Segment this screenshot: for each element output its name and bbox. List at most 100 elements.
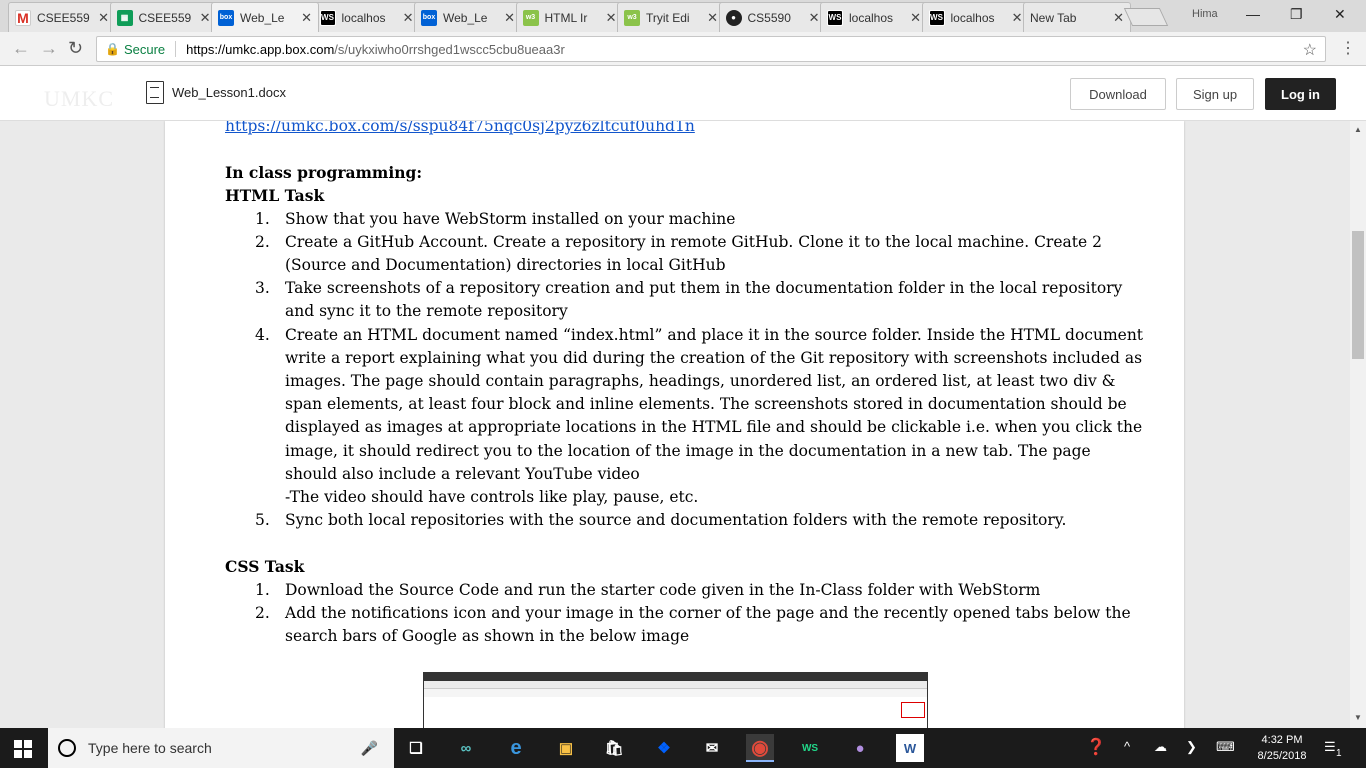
tab-close-icon[interactable]: ✕ [301, 10, 312, 26]
tab-label: CS5590 [747, 10, 791, 25]
list-item: 4. Create an HTML document named “index.h… [255, 325, 1144, 507]
list-item: 3. Take screenshots of a repository creat… [255, 279, 1123, 321]
twitch-like-icon[interactable]: ● [846, 734, 874, 762]
document-content: https://umkc.box.com/s/sspu84f75nqc0sj2p… [225, 121, 1145, 648]
clock[interactable]: 4:32 PM 8/25/2018 [1252, 732, 1312, 764]
sign-up-button[interactable]: Sign up [1176, 78, 1254, 110]
keyboard-icon[interactable]: ⌨ [1216, 739, 1235, 755]
umkc-logo[interactable]: UMKC [44, 86, 114, 112]
mail-icon[interactable]: ✉ [698, 734, 726, 762]
browser-tab[interactable]: WS localhos ✕ [820, 2, 928, 32]
browser-toolbar: ← → ↻ 🔒 Secure https://umkc.app.box.com /… [0, 32, 1366, 66]
infinity-app-icon[interactable]: ∞ [452, 734, 480, 762]
browser-menu-icon[interactable]: ⋮ [1340, 38, 1356, 58]
url-host: https://umkc.app.box.com [186, 41, 335, 57]
bookmark-star-icon[interactable]: ☆ [1303, 40, 1317, 60]
document-page: https://umkc.box.com/s/sspu84f75nqc0sj2p… [165, 121, 1184, 728]
browser-tab[interactable]: WS localhos ✕ [921, 2, 1030, 32]
tab-label: Web_Le [443, 10, 488, 25]
secure-label: Secure [123, 41, 166, 57]
browser-tab[interactable]: w3 HTML Ir ✕ [515, 2, 624, 32]
tab-close-icon[interactable]: ✕ [98, 10, 109, 26]
forward-arrow-icon[interactable]: → [40, 38, 58, 59]
log-in-button[interactable]: Log in [1265, 78, 1336, 110]
lock-icon: 🔒 [105, 42, 120, 56]
tab-label: localhos [849, 10, 894, 25]
edge-icon[interactable]: e [502, 734, 530, 762]
back-arrow-icon[interactable]: ← [12, 38, 30, 59]
webstorm-icon: WS [827, 9, 843, 26]
reload-icon[interactable]: ↻ [68, 38, 83, 59]
scroll-down-icon[interactable]: ▼ [1354, 713, 1362, 722]
list-item: 2. Add the notifications icon and your im… [255, 603, 1131, 646]
browser-tab[interactable]: ▦ CSEE559 ✕ [109, 2, 218, 32]
search-placeholder: Type here to search [88, 740, 212, 756]
cloud-icon[interactable]: ☁ [1154, 739, 1167, 755]
list-item: 1. Download the Source Code and run the s… [255, 580, 1041, 599]
document-viewer[interactable]: https://umkc.box.com/s/sspu84f75nqc0sj2p… [0, 121, 1350, 728]
minimize-icon[interactable]: — [1246, 6, 1260, 22]
profile-name[interactable]: Hima [1192, 8, 1218, 20]
tab-label: New Tab [1030, 10, 1077, 25]
scroll-up-icon[interactable]: ▲ [1354, 125, 1362, 134]
webstorm-icon[interactable]: WS [796, 734, 824, 762]
close-window-icon[interactable]: ✕ [1334, 6, 1346, 23]
file-explorer-icon[interactable]: ▣ [552, 734, 580, 762]
heading-html-task: HTML Task [225, 186, 325, 206]
list-item: 2. Create a GitHub Account. Create a repo… [255, 232, 1102, 275]
tab-close-icon[interactable]: ✕ [707, 10, 718, 26]
tab-close-icon[interactable]: ✕ [403, 10, 414, 26]
browser-tab[interactable]: ● CS5590 ✕ [718, 2, 827, 32]
browser-tab[interactable]: M CSEE559 ✕ [8, 2, 116, 32]
box-icon: box [421, 9, 437, 26]
box-icon: box [218, 9, 234, 26]
notifications-icon[interactable]: ☰ [1324, 739, 1336, 755]
word-icon[interactable]: W [896, 734, 924, 762]
tab-label: Web_Le [240, 10, 285, 25]
box-link[interactable]: https://umkc.box.com/s/sspu84f75nqc0sj2p… [225, 121, 695, 135]
webstorm-icon: WS [319, 9, 336, 26]
vertical-scrollbar[interactable]: ▲ ▼ [1350, 121, 1366, 728]
new-tab-button[interactable] [1123, 8, 1169, 26]
windows-start-icon[interactable] [14, 740, 32, 758]
date: 8/25/2018 [1257, 750, 1307, 762]
browser-tab[interactable]: w3 Tryit Edi ✕ [617, 2, 725, 32]
chevron-up-icon[interactable]: ^ [1124, 739, 1130, 754]
html-task-list: 1. Show that you have WebStorm installed … [225, 208, 1145, 533]
tab-close-icon[interactable]: ✕ [910, 10, 921, 26]
browser-tab[interactable]: WS localhos ✕ [312, 2, 421, 32]
notification-count: 1 [1336, 748, 1342, 759]
tab-label: localhos [950, 10, 995, 25]
tab-close-icon[interactable]: ✕ [809, 10, 820, 26]
tab-close-icon[interactable]: ✕ [1113, 10, 1124, 26]
github-icon: ● [725, 9, 742, 26]
list-item: 5. Sync both local repositories with the … [255, 511, 1067, 530]
tab-label: CSEE559 [138, 10, 192, 25]
tab-label: HTML Ir [544, 10, 588, 25]
store-icon[interactable]: 🛍 [600, 734, 628, 762]
chrome-icon[interactable]: ◉ [746, 734, 774, 762]
browser-tab[interactable]: box Web_Le ✕ [414, 2, 522, 32]
wifi-icon[interactable]: ❯ [1186, 739, 1197, 755]
scrollbar-thumb[interactable] [1352, 231, 1364, 359]
browser-tab[interactable]: box Web_Le ✕ [211, 2, 319, 32]
tab-close-icon[interactable]: ✕ [504, 10, 515, 26]
dropbox-icon[interactable]: ❖ [650, 734, 678, 762]
taskbar-search-box[interactable]: Type here to search 🎤 [48, 728, 394, 768]
document-icon [146, 81, 164, 104]
cortana-icon [58, 739, 76, 757]
tab-close-icon[interactable]: ✕ [606, 10, 617, 26]
browser-tab[interactable]: New Tab ✕ [1023, 2, 1131, 32]
w3schools-icon: w3 [522, 9, 539, 26]
address-bar[interactable]: 🔒 Secure https://umkc.app.box.com/s/uykx… [96, 36, 1326, 62]
microphone-icon[interactable]: 🎤 [361, 740, 378, 757]
help-icon[interactable]: ❓ [1086, 737, 1106, 757]
tab-close-icon[interactable]: ✕ [1012, 10, 1023, 26]
task-view-icon[interactable]: ❏ [402, 734, 430, 762]
download-button[interactable]: Download [1070, 78, 1166, 110]
tab-label: CSEE559 [37, 10, 90, 25]
tab-close-icon[interactable]: ✕ [200, 10, 211, 26]
maximize-icon[interactable]: ❐ [1290, 6, 1303, 23]
webstorm-icon: WS [928, 9, 945, 26]
w3schools-icon: w3 [624, 9, 640, 26]
